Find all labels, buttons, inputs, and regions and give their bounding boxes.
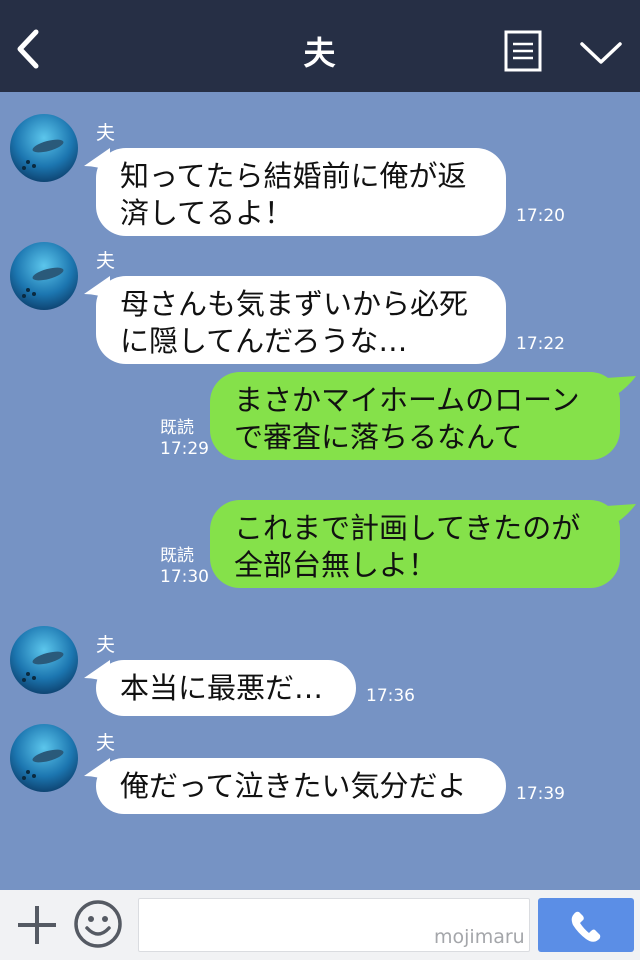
avatar[interactable] [10, 114, 78, 182]
message-text-line: 俺だって泣きたい気分だよ [120, 769, 467, 803]
message-text-line: 母さんも気まずいから必死 [120, 287, 469, 321]
message-time: 17:39 [516, 784, 565, 804]
chat-area[interactable]: 夫 知ってたら結婚前に俺が返 済してるよ！ 17:20 夫 母さんも気まずいから… [0, 92, 640, 890]
menu-button[interactable] [504, 30, 544, 74]
message-text-line: 全部台無しよ！ [234, 548, 438, 582]
attach-button[interactable] [14, 902, 60, 948]
avatar[interactable] [10, 626, 78, 694]
plus-icon [18, 906, 56, 944]
phone-icon [571, 911, 601, 942]
list-icon [504, 30, 542, 72]
incoming-message[interactable]: 母さんも気まずいから必死 に隠してんだろうな… [96, 276, 506, 364]
message-time: 17:22 [516, 334, 565, 354]
ocean-avatar-icon [10, 242, 78, 310]
read-label: 既読 [160, 546, 194, 566]
sender-name: 夫 [96, 634, 116, 656]
message-text-line: で審査に落ちるなんて [234, 420, 523, 454]
outgoing-message[interactable]: まさかマイホームのローン で審査に落ちるなんて [210, 372, 620, 460]
call-button[interactable] [538, 898, 634, 952]
input-bar [0, 890, 640, 960]
read-status: 既読 17:30 [160, 546, 209, 588]
ocean-avatar-icon [10, 626, 78, 694]
outgoing-message[interactable]: これまで計画してきたのが 全部台無しよ！ [210, 500, 620, 588]
incoming-message[interactable]: 知ってたら結婚前に俺が返 済してるよ！ [96, 148, 506, 236]
chat-title: 夫 [303, 34, 337, 72]
message-text-line: これまで計画してきたのが [234, 511, 581, 545]
chevron-down-icon [580, 42, 622, 64]
avatar[interactable] [10, 724, 78, 792]
read-status: 既読 17:29 [160, 418, 209, 460]
sender-name: 夫 [96, 732, 116, 754]
message-text-line: 知ってたら結婚前に俺が返 [120, 159, 467, 193]
sender-name: 夫 [96, 250, 116, 272]
incoming-message[interactable]: 本当に最悪だ… [96, 660, 356, 716]
chat-header: 夫 [0, 0, 640, 92]
message-time: 17:29 [160, 439, 209, 459]
message-text-line: まさかマイホームのローン [234, 383, 580, 417]
bubble-tail [606, 504, 636, 528]
smiley-icon [74, 900, 122, 948]
message-time: 17:30 [160, 567, 209, 587]
sender-name: 夫 [96, 122, 116, 144]
read-label: 既読 [160, 418, 194, 438]
ocean-avatar-icon [10, 724, 78, 792]
collapse-button[interactable] [578, 38, 624, 68]
watermark-text: mojimaru [434, 926, 525, 948]
bubble-tail [606, 376, 636, 400]
incoming-message[interactable]: 俺だって泣きたい気分だよ [96, 758, 506, 814]
message-time: 17:20 [516, 206, 565, 226]
message-text-line: に隠してんだろうな… [120, 324, 408, 358]
message-text-line: 済してるよ！ [120, 196, 294, 230]
ocean-avatar-icon [10, 114, 78, 182]
avatar[interactable] [10, 242, 78, 310]
emoji-button[interactable] [72, 898, 124, 950]
message-text-line: 本当に最悪だ… [120, 671, 324, 705]
message-time: 17:36 [366, 686, 415, 706]
